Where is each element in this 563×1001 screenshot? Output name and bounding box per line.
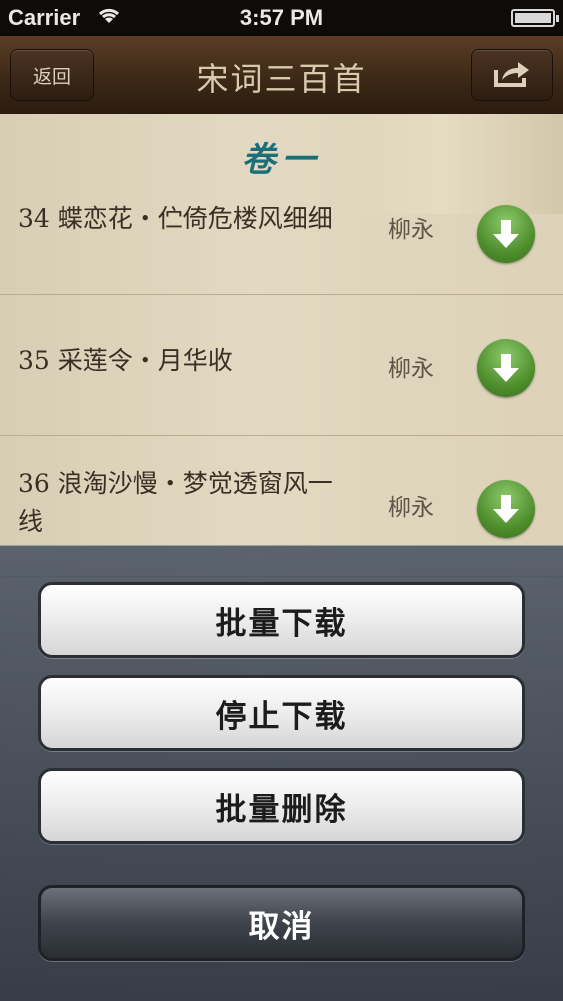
- action-sheet: 批量下载 停止下载 批量删除 取消: [0, 545, 563, 1001]
- batch-download-button[interactable]: 批量下载: [38, 582, 525, 658]
- section-title: 卷一: [241, 140, 322, 180]
- download-button[interactable]: [477, 480, 535, 538]
- down-arrow-icon: [493, 495, 519, 523]
- battery-icon: [511, 9, 559, 27]
- poem-title: 35 采莲令・月华收: [18, 346, 233, 375]
- nav-bar: 返回 宋词三百首: [0, 36, 563, 114]
- status-bar: Carrier 3:57 PM: [0, 0, 563, 36]
- poem-author: 柳永: [388, 356, 434, 382]
- status-time: 3:57 PM: [239, 5, 324, 30]
- list-item[interactable]: 34 蝶恋花・伫倚危楼风细细 柳永: [0, 188, 563, 295]
- poem-title: 36 浪淘沙慢・梦觉透窗风一线: [18, 469, 333, 536]
- down-arrow-icon: [493, 220, 519, 248]
- cancel-button[interactable]: 取消: [38, 885, 525, 961]
- list-item[interactable]: 35 采莲令・月华收 柳永: [0, 295, 563, 436]
- down-arrow-icon: [493, 354, 519, 382]
- poem-title: 34 蝶恋花・伫倚危楼风细细: [18, 204, 333, 233]
- share-button[interactable]: [471, 49, 553, 101]
- share-icon: [492, 58, 532, 93]
- stop-download-button[interactable]: 停止下载: [38, 675, 525, 751]
- poem-author: 柳永: [388, 495, 434, 521]
- batch-delete-button[interactable]: 批量删除: [38, 768, 525, 844]
- download-button[interactable]: [477, 339, 535, 397]
- download-button[interactable]: [477, 205, 535, 263]
- poem-author: 柳永: [388, 217, 434, 243]
